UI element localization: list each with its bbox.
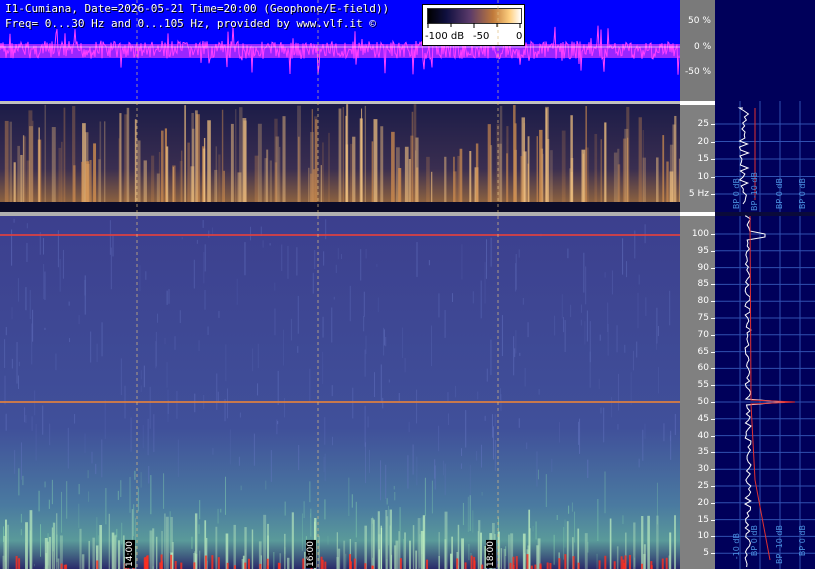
freq-tick-label: 85 bbox=[697, 279, 709, 290]
rp-top-label-1: BP 0 dB bbox=[732, 178, 741, 210]
freq-tick-label: 10 bbox=[697, 171, 709, 182]
freq-tick-label: 80 bbox=[697, 296, 709, 307]
rp-bottom-label-1: -10 dB bbox=[732, 533, 741, 560]
freq-tick-label: 15 bbox=[697, 154, 709, 164]
time-marker-3: 18:00 bbox=[486, 540, 496, 568]
freq-tick-label: 10 bbox=[697, 531, 709, 542]
freq-tick-label: 15 bbox=[697, 514, 709, 525]
freq-tick-label: 100 bbox=[691, 229, 709, 239]
rp-bottom-label-2: BP 0 dB bbox=[750, 525, 759, 557]
freq-tick-label: 5 Hz bbox=[688, 189, 709, 199]
freq-tick-label: 20 bbox=[697, 497, 709, 508]
freq-tick-label: 90 bbox=[697, 262, 709, 273]
freq-tick-label: 95 bbox=[697, 245, 709, 256]
time-marker-2: 16:00 bbox=[306, 540, 316, 568]
spectrum-profile-plot bbox=[715, 101, 815, 569]
freq-tick-label: 50 bbox=[697, 397, 709, 407]
freq-tick-label: 5 bbox=[703, 548, 709, 559]
frequency-scale-column: 50 % 0 % -50 % 25 20 15 10 5 Hz 100 95 90 85 80 7… bbox=[680, 0, 715, 569]
pct-tick-neg50: -50 % bbox=[685, 67, 712, 77]
time-marker-1: 14:00 bbox=[125, 540, 135, 568]
freq-tick-label: 65 bbox=[697, 346, 709, 357]
time-gridlines bbox=[136, 0, 499, 569]
rp-top-label-2: BP -10 dB bbox=[750, 172, 759, 212]
scale-separator bbox=[680, 101, 715, 105]
freq-tick-label: 60 bbox=[697, 363, 709, 374]
pct-tick-0: 0 % bbox=[694, 42, 712, 52]
freq-tick-label: 70 bbox=[697, 329, 709, 340]
spectrum-profile-panel: BP 0 dB BP -10 dB BP 0 dB BP 0 dB -10 dB… bbox=[715, 0, 815, 569]
freq-tick-label: 35 bbox=[697, 447, 709, 458]
freq-tick-label: 55 bbox=[697, 380, 709, 391]
freq-tick-label: 40 bbox=[697, 430, 709, 441]
rp-bottom-label-3: BP -10 dB bbox=[775, 525, 784, 565]
freq-tick-label: 75 bbox=[697, 313, 709, 323]
freq-tick-label: 25 bbox=[697, 119, 709, 129]
rp-bottom-label-4: BP 0 dB bbox=[798, 525, 807, 557]
freq-tick-label: 30 bbox=[697, 464, 709, 475]
scale-separator-2 bbox=[680, 212, 715, 216]
pct-tick-50: 50 % bbox=[688, 16, 711, 26]
rp-top-label-3: BP 0 dB bbox=[775, 178, 784, 210]
freq-tick-label: 20 bbox=[697, 136, 709, 147]
rp-top-label-4: BP 0 dB bbox=[798, 178, 807, 210]
freq-tick-label: 45 bbox=[697, 413, 709, 424]
freq-tick-label: 25 bbox=[697, 481, 709, 491]
